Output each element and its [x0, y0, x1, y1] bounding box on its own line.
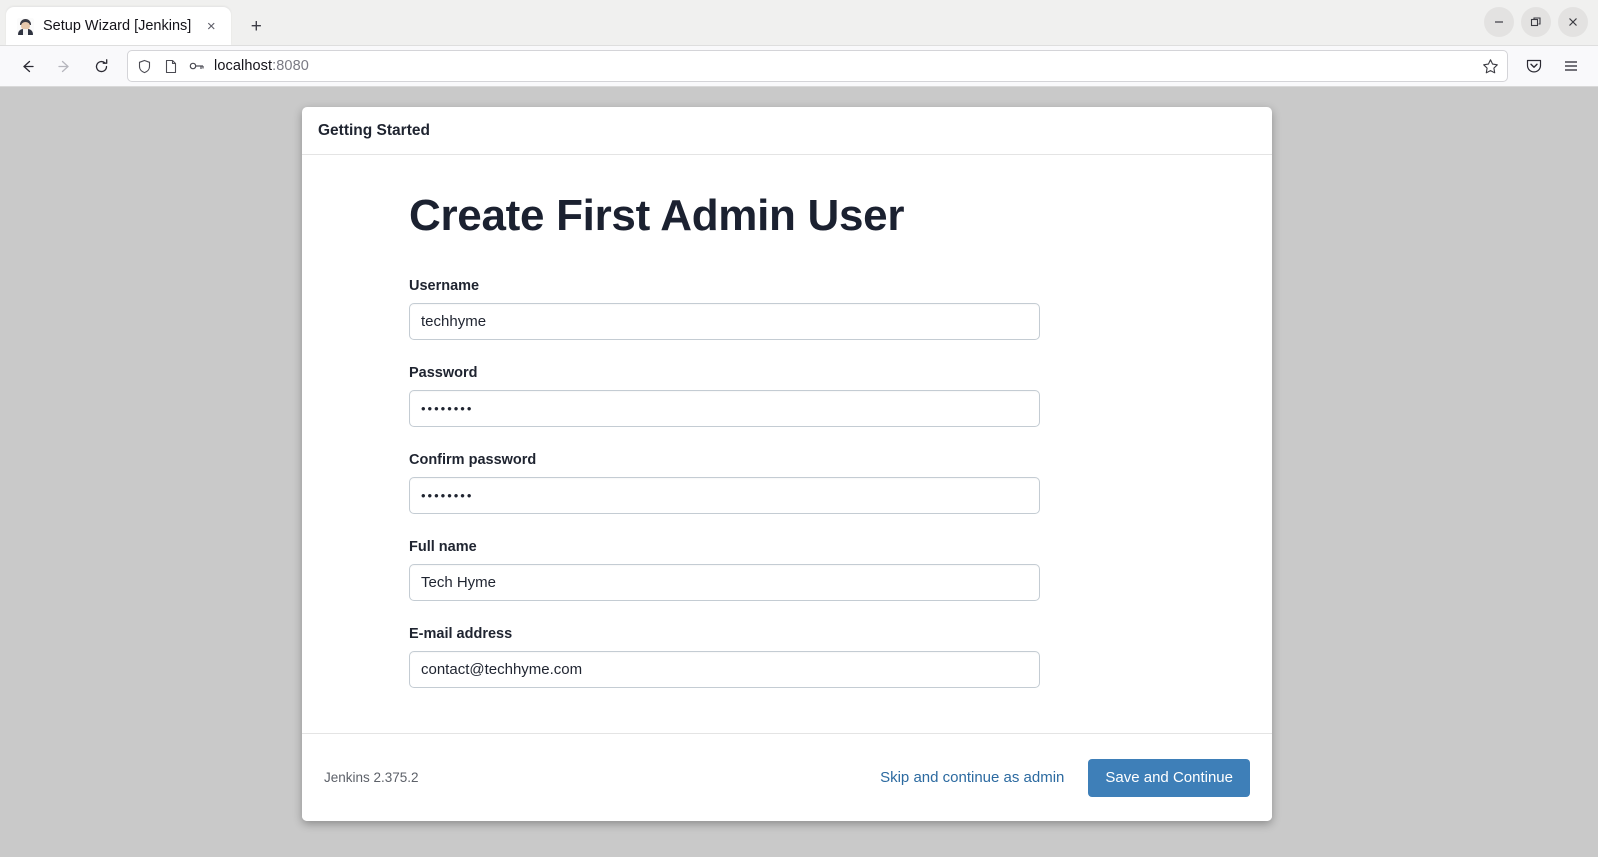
page-title: Create First Admin User: [409, 191, 905, 240]
tab-strip: Setup Wizard [Jenkins] × +: [0, 0, 273, 45]
forward-arrow-icon: [47, 50, 81, 82]
password-label: Password: [409, 365, 478, 381]
star-icon[interactable]: [1482, 58, 1499, 75]
url-bar[interactable]: localhost:8080: [127, 50, 1508, 82]
card-body: Create First Admin User Username Passwor…: [302, 155, 1272, 733]
username-label: Username: [409, 278, 480, 294]
card-footer: Jenkins 2.375.2 Skip and continue as adm…: [302, 733, 1272, 821]
browser-tab[interactable]: Setup Wizard [Jenkins] ×: [6, 7, 232, 45]
email-input[interactable]: [409, 651, 1040, 688]
skip-and-continue-link[interactable]: Skip and continue as admin: [880, 769, 1064, 786]
browser-navbar: localhost:8080: [0, 46, 1598, 87]
tab-close-icon[interactable]: ×: [200, 15, 222, 37]
field-password: Password: [409, 365, 1165, 427]
jenkins-butler-icon: [17, 17, 34, 35]
url-host: localhost: [214, 58, 273, 74]
footer-actions: Skip and continue as admin Save and Cont…: [880, 758, 1250, 797]
password-input[interactable]: [409, 390, 1040, 427]
url-text: localhost:8080: [214, 58, 1473, 74]
window-controls: [1484, 7, 1588, 37]
minimize-icon[interactable]: [1484, 7, 1514, 37]
field-confirm-password: Confirm password: [409, 452, 1165, 514]
url-port: :8080: [272, 58, 309, 74]
browser-titlebar: Setup Wizard [Jenkins] × +: [0, 0, 1598, 46]
email-label: E-mail address: [409, 626, 513, 642]
browser-window: Setup Wizard [Jenkins] × + localhost:808…: [0, 0, 1598, 857]
confirm-password-input[interactable]: [409, 477, 1040, 514]
jenkins-version: Jenkins 2.375.2: [324, 770, 419, 785]
save-and-continue-button[interactable]: Save and Continue: [1088, 758, 1250, 797]
new-tab-button[interactable]: +: [239, 9, 273, 43]
page-icon: [162, 58, 179, 75]
back-arrow-icon[interactable]: [10, 50, 44, 82]
field-full-name: Full name: [409, 539, 1165, 601]
hamburger-menu-icon[interactable]: [1554, 50, 1588, 82]
full-name-label: Full name: [409, 539, 477, 555]
admin-user-form: Create First Admin User Username Passwor…: [302, 155, 1272, 688]
full-name-input[interactable]: [409, 564, 1040, 601]
field-email: E-mail address: [409, 626, 1165, 688]
pocket-icon[interactable]: [1517, 50, 1551, 82]
restore-icon[interactable]: [1521, 7, 1551, 37]
tab-title: Setup Wizard [Jenkins]: [43, 18, 192, 34]
key-icon: [188, 58, 205, 75]
card-header: Getting Started: [302, 107, 1272, 155]
close-icon[interactable]: [1558, 7, 1588, 37]
username-input[interactable]: [409, 303, 1040, 340]
field-username: Username: [409, 278, 1165, 340]
shield-icon: [136, 58, 153, 75]
card-header-title: Getting Started: [318, 121, 430, 139]
page-viewport: Getting Started Create First Admin User …: [0, 87, 1598, 857]
reload-icon[interactable]: [84, 50, 118, 82]
setup-wizard-card: Getting Started Create First Admin User …: [302, 107, 1272, 821]
confirm-password-label: Confirm password: [409, 452, 537, 468]
